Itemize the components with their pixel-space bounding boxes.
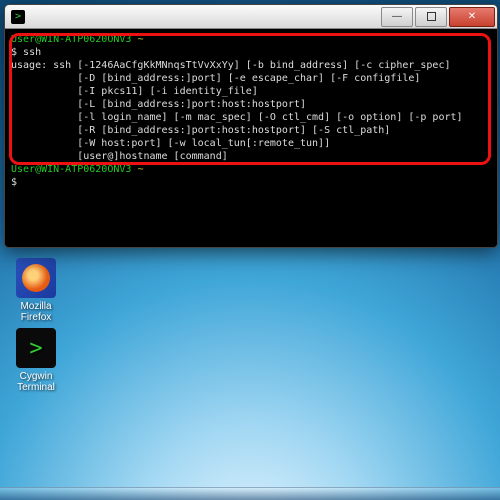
usage-line: usage: ssh [-1246AaCfgKkMNnqsTtVvXxYy] [… xyxy=(11,59,491,72)
desktop-icon-label: Cygwin Terminal xyxy=(6,371,66,393)
usage-line: [-D [bind_address:]port] [-e escape_char… xyxy=(11,72,491,85)
window-controls: — ✕ xyxy=(379,7,495,27)
firefox-icon xyxy=(16,258,56,298)
prompt-symbol: $ xyxy=(11,47,23,58)
desktop-icon-cygwin[interactable]: > Cygwin Terminal xyxy=(6,328,66,393)
app-icon: > xyxy=(11,10,25,24)
maximize-icon xyxy=(427,12,436,21)
terminal-line: User@WIN-ATP0620ONV3 ~ xyxy=(11,33,491,46)
prompt-user: User@WIN-ATP0620ONV3 xyxy=(11,34,131,45)
cygwin-terminal-window: > — ✕ User@WIN-ATP0620ONV3 ~ $ ssh usage… xyxy=(4,4,498,248)
terminal-body[interactable]: User@WIN-ATP0620ONV3 ~ $ ssh usage: ssh … xyxy=(5,29,497,247)
close-icon: ✕ xyxy=(468,11,476,22)
command-text: ssh xyxy=(23,47,41,58)
prompt-path: ~ xyxy=(137,164,143,175)
minimize-button[interactable]: — xyxy=(381,7,413,27)
close-button[interactable]: ✕ xyxy=(449,7,495,27)
terminal-line: User@WIN-ATP0620ONV3 ~ xyxy=(11,163,491,176)
usage-line: [-R [bind_address:]port:host:hostport] [… xyxy=(11,124,491,137)
maximize-button[interactable] xyxy=(415,7,447,27)
usage-line: [-L [bind_address:]port:host:hostport] xyxy=(11,98,491,111)
terminal-line: $ ssh xyxy=(11,46,491,59)
window-titlebar[interactable]: > — ✕ xyxy=(5,5,497,29)
usage-line: [-I pkcs11] [-i identity_file] xyxy=(11,85,491,98)
desktop-icon-firefox[interactable]: Mozilla Firefox xyxy=(6,258,66,323)
cygwin-icon: > xyxy=(16,328,56,368)
usage-line: [user@]hostname [command] xyxy=(11,150,491,163)
usage-line: [-l login_name] [-m mac_spec] [-O ctl_cm… xyxy=(11,111,491,124)
prompt-user: User@WIN-ATP0620ONV3 xyxy=(11,164,131,175)
prompt-symbol: $ xyxy=(11,176,491,189)
taskbar[interactable] xyxy=(0,487,500,500)
usage-line: [-W host:port] [-w local_tun[:remote_tun… xyxy=(11,137,491,150)
desktop-icon-label: Mozilla Firefox xyxy=(6,301,66,323)
minimize-icon: — xyxy=(392,11,402,22)
prompt-path: ~ xyxy=(137,34,143,45)
